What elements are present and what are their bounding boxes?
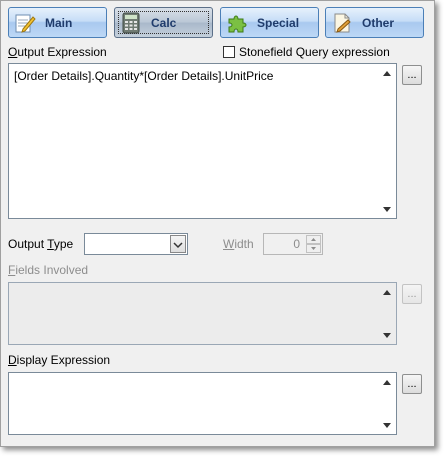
display-expression-scrollbar[interactable] <box>379 373 396 434</box>
tab-other[interactable]: Other <box>325 7 424 38</box>
tab-main-label: Main <box>45 15 73 30</box>
fields-involved-button: ... <box>402 284 422 304</box>
stonefield-query-checkbox[interactable] <box>223 46 235 58</box>
display-expression-builder-button[interactable]: ... <box>402 374 422 394</box>
spin-down-icon[interactable] <box>306 244 321 253</box>
output-type-label: Output Type <box>8 237 74 251</box>
output-type-select[interactable] <box>84 233 188 255</box>
calculator-icon <box>119 11 143 35</box>
tab-calc-label: Calc <box>151 15 177 30</box>
scroll-up-icon[interactable] <box>383 290 391 295</box>
width-spinner[interactable]: 0 <box>263 233 323 255</box>
tab-special[interactable]: Special <box>220 7 319 38</box>
output-expression-text: [Order Details].Quantity*[Order Details]… <box>14 69 274 83</box>
notepad-pencil-icon <box>13 11 37 35</box>
display-expression-label: Display Expression <box>8 353 111 367</box>
tab-special-label: Special <box>257 15 300 30</box>
stonefield-query-label: Stonefield Query expression <box>239 45 390 59</box>
output-expression-label: Output Expression <box>8 45 107 59</box>
output-expression-field[interactable]: [Order Details].Quantity*[Order Details]… <box>8 63 397 219</box>
fields-involved-field <box>8 282 397 345</box>
chevron-down-icon[interactable] <box>170 235 186 253</box>
fields-involved-label: Fields Involved <box>8 263 89 277</box>
scroll-up-icon[interactable] <box>383 71 391 76</box>
scroll-down-icon[interactable] <box>383 207 391 212</box>
display-expression-field[interactable] <box>8 372 397 435</box>
scroll-down-icon[interactable] <box>383 333 391 338</box>
scroll-up-icon[interactable] <box>383 380 391 385</box>
calc-panel: Main Calc Special Other Output Expressio… <box>0 0 435 447</box>
width-value: 0 <box>293 237 300 251</box>
output-expression-builder-button[interactable]: ... <box>402 65 422 85</box>
tab-calc[interactable]: Calc <box>114 7 213 38</box>
fields-involved-scrollbar[interactable] <box>379 283 396 344</box>
document-pencil-icon <box>330 11 354 35</box>
spin-up-icon[interactable] <box>306 235 321 244</box>
width-label: Width <box>223 237 254 251</box>
tab-other-label: Other <box>362 15 395 30</box>
puzzle-piece-icon <box>225 11 249 35</box>
output-expression-scrollbar[interactable] <box>379 64 396 218</box>
tab-main[interactable]: Main <box>8 7 107 38</box>
scroll-down-icon[interactable] <box>383 423 391 428</box>
